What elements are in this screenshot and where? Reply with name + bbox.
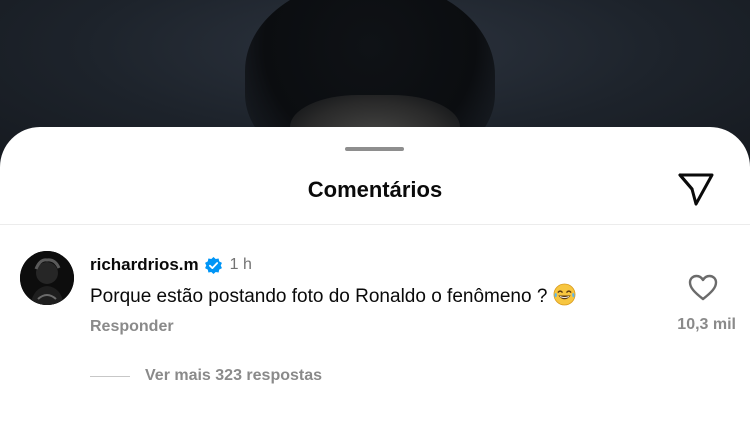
replies-divider-line — [90, 375, 130, 377]
view-replies-label[interactable]: Ver mais 323 respostas — [145, 367, 322, 385]
like-count: 10,3 mil — [677, 316, 736, 333]
heart-outline-icon — [688, 274, 718, 300]
laughing-emoji-icon — [553, 283, 576, 306]
comment-username[interactable]: richardrios.m — [90, 255, 199, 275]
verified-badge-icon — [204, 256, 223, 275]
comment-body: Porque estão postando foto do Ronaldo o … — [90, 283, 576, 310]
reply-button[interactable]: Responder — [90, 318, 174, 336]
paper-plane-icon — [678, 173, 714, 206]
avatar-image — [20, 251, 74, 305]
sheet-drag-handle[interactable] — [345, 147, 404, 151]
like-button[interactable] — [687, 272, 719, 302]
sheet-title: Comentários — [307, 177, 443, 202]
share-button[interactable] — [674, 167, 718, 211]
comment-header: richardrios.m 1 h — [90, 254, 252, 276]
comment-text: Porque estão postando foto do Ronaldo o … — [90, 286, 548, 307]
comments-sheet: Comentários richardrios.m 1 h Porque est… — [0, 127, 750, 427]
comment-timestamp: 1 h — [229, 256, 252, 273]
avatar[interactable] — [20, 251, 74, 305]
header-divider — [0, 224, 750, 225]
view-replies-button[interactable]: Ver mais 323 respostas — [90, 367, 322, 385]
